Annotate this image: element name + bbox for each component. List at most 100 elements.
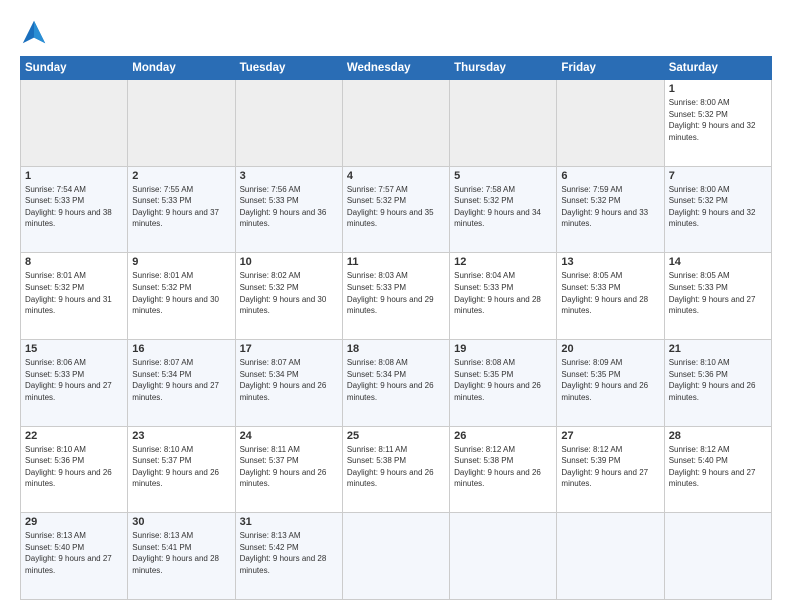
cell-content: Sunrise: 7:55 AMSunset: 5:33 PMDaylight:… bbox=[132, 185, 219, 229]
day-number: 20 bbox=[561, 343, 659, 355]
calendar-cell: 30 Sunrise: 8:13 AMSunset: 5:41 PMDayligh… bbox=[128, 513, 235, 600]
day-number: 18 bbox=[347, 343, 445, 355]
day-number: 5 bbox=[454, 170, 552, 182]
cell-content: Sunrise: 7:58 AMSunset: 5:32 PMDaylight:… bbox=[454, 185, 541, 229]
calendar-cell bbox=[557, 80, 664, 167]
calendar-cell: 27Sunrise: 8:12 AMSunset: 5:39 PMDayligh… bbox=[557, 426, 664, 513]
page: SundayMondayTuesdayWednesdayThursdayFrid… bbox=[0, 0, 792, 612]
day-number: 23 bbox=[132, 430, 230, 442]
calendar-cell bbox=[557, 513, 664, 600]
cell-content: Sunrise: 8:11 AMSunset: 5:38 PMDaylight:… bbox=[347, 445, 434, 489]
day-number: 16 bbox=[132, 343, 230, 355]
day-number: 10 bbox=[240, 256, 338, 268]
logo-icon bbox=[20, 18, 48, 46]
cell-content: Sunrise: 8:10 AMSunset: 5:36 PMDaylight:… bbox=[25, 445, 112, 489]
calendar-cell: 22Sunrise: 8:10 AMSunset: 5:36 PMDayligh… bbox=[21, 426, 128, 513]
cell-content: Sunrise: 8:03 AMSunset: 5:33 PMDaylight:… bbox=[347, 271, 434, 315]
cell-content: Sunrise: 8:08 AMSunset: 5:34 PMDaylight:… bbox=[347, 358, 434, 402]
cell-content: Sunrise: 8:07 AMSunset: 5:34 PMDaylight:… bbox=[132, 358, 219, 402]
day-number: 7 bbox=[669, 170, 767, 182]
cell-content: Sunrise: 8:08 AMSunset: 5:35 PMDaylight:… bbox=[454, 358, 541, 402]
cell-content: Sunrise: 8:04 AMSunset: 5:33 PMDaylight:… bbox=[454, 271, 541, 315]
calendar-cell: 4 Sunrise: 7:57 AMSunset: 5:32 PMDaylight… bbox=[342, 166, 449, 253]
day-number: 8 bbox=[25, 256, 123, 268]
calendar-week-row: 1Sunrise: 8:00 AMSunset: 5:32 PMDaylight… bbox=[21, 80, 772, 167]
header bbox=[20, 18, 772, 46]
cell-content: Sunrise: 8:13 AMSunset: 5:40 PMDaylight:… bbox=[25, 531, 112, 575]
day-number: 13 bbox=[561, 256, 659, 268]
cell-content: Sunrise: 8:02 AMSunset: 5:32 PMDaylight:… bbox=[240, 271, 327, 315]
calendar-cell bbox=[235, 80, 342, 167]
day-number: 1 bbox=[669, 83, 767, 95]
cell-content: Sunrise: 7:56 AMSunset: 5:33 PMDaylight:… bbox=[240, 185, 327, 229]
cell-content: Sunrise: 8:07 AMSunset: 5:34 PMDaylight:… bbox=[240, 358, 327, 402]
calendar-cell: 1Sunrise: 8:00 AMSunset: 5:32 PMDaylight… bbox=[664, 80, 771, 167]
day-number: 25 bbox=[347, 430, 445, 442]
calendar-week-row: 29 Sunrise: 8:13 AMSunset: 5:40 PMDayligh… bbox=[21, 513, 772, 600]
calendar-day-header: Thursday bbox=[450, 57, 557, 80]
cell-content: Sunrise: 8:13 AMSunset: 5:42 PMDaylight:… bbox=[240, 531, 327, 575]
cell-content: Sunrise: 8:10 AMSunset: 5:36 PMDaylight:… bbox=[669, 358, 756, 402]
calendar-cell: 28 Sunrise: 8:12 AMSunset: 5:40 PMDayligh… bbox=[664, 426, 771, 513]
calendar-cell: 19 Sunrise: 8:08 AMSunset: 5:35 PMDayligh… bbox=[450, 339, 557, 426]
calendar-cell bbox=[342, 513, 449, 600]
calendar-header-row: SundayMondayTuesdayWednesdayThursdayFrid… bbox=[21, 57, 772, 80]
day-number: 21 bbox=[669, 343, 767, 355]
day-number: 29 bbox=[25, 516, 123, 528]
calendar-cell: 17Sunrise: 8:07 AMSunset: 5:34 PMDayligh… bbox=[235, 339, 342, 426]
calendar-cell: 10 Sunrise: 8:02 AMSunset: 5:32 PMDayligh… bbox=[235, 253, 342, 340]
day-number: 31 bbox=[240, 516, 338, 528]
calendar-cell: 1 Sunrise: 7:54 AMSunset: 5:33 PMDaylight… bbox=[21, 166, 128, 253]
day-number: 30 bbox=[132, 516, 230, 528]
day-number: 27 bbox=[561, 430, 659, 442]
cell-content: Sunrise: 8:12 AMSunset: 5:40 PMDaylight:… bbox=[669, 445, 756, 489]
calendar-cell: 15 Sunrise: 8:06 AMSunset: 5:33 PMDayligh… bbox=[21, 339, 128, 426]
calendar-day-header: Friday bbox=[557, 57, 664, 80]
calendar-cell: 13 Sunrise: 8:05 AMSunset: 5:33 PMDayligh… bbox=[557, 253, 664, 340]
cell-content: Sunrise: 8:12 AMSunset: 5:38 PMDaylight:… bbox=[454, 445, 541, 489]
day-number: 15 bbox=[25, 343, 123, 355]
calendar-day-header: Saturday bbox=[664, 57, 771, 80]
day-number: 3 bbox=[240, 170, 338, 182]
day-number: 11 bbox=[347, 256, 445, 268]
day-number: 24 bbox=[240, 430, 338, 442]
calendar-day-header: Monday bbox=[128, 57, 235, 80]
calendar-week-row: 1 Sunrise: 7:54 AMSunset: 5:33 PMDaylight… bbox=[21, 166, 772, 253]
day-number: 9 bbox=[132, 256, 230, 268]
calendar-cell bbox=[342, 80, 449, 167]
cell-content: Sunrise: 7:54 AMSunset: 5:33 PMDaylight:… bbox=[25, 185, 112, 229]
calendar-table: SundayMondayTuesdayWednesdayThursdayFrid… bbox=[20, 56, 772, 600]
day-number: 4 bbox=[347, 170, 445, 182]
calendar-cell: 21 Sunrise: 8:10 AMSunset: 5:36 PMDayligh… bbox=[664, 339, 771, 426]
calendar-week-row: 15 Sunrise: 8:06 AMSunset: 5:33 PMDayligh… bbox=[21, 339, 772, 426]
cell-content: Sunrise: 8:00 AMSunset: 5:32 PMDaylight:… bbox=[669, 185, 756, 229]
day-number: 12 bbox=[454, 256, 552, 268]
cell-content: Sunrise: 8:01 AMSunset: 5:32 PMDaylight:… bbox=[132, 271, 219, 315]
cell-content: Sunrise: 7:57 AMSunset: 5:32 PMDaylight:… bbox=[347, 185, 434, 229]
calendar-cell: 31 Sunrise: 8:13 AMSunset: 5:42 PMDayligh… bbox=[235, 513, 342, 600]
day-number: 19 bbox=[454, 343, 552, 355]
calendar-cell: 23Sunrise: 8:10 AMSunset: 5:37 PMDayligh… bbox=[128, 426, 235, 513]
day-number: 1 bbox=[25, 170, 123, 182]
calendar-cell: 3 Sunrise: 7:56 AMSunset: 5:33 PMDaylight… bbox=[235, 166, 342, 253]
calendar-cell: 2Sunrise: 7:55 AMSunset: 5:33 PMDaylight… bbox=[128, 166, 235, 253]
cell-content: Sunrise: 8:13 AMSunset: 5:41 PMDaylight:… bbox=[132, 531, 219, 575]
day-number: 6 bbox=[561, 170, 659, 182]
day-number: 28 bbox=[669, 430, 767, 442]
cell-content: Sunrise: 8:05 AMSunset: 5:33 PMDaylight:… bbox=[669, 271, 756, 315]
calendar-cell bbox=[21, 80, 128, 167]
calendar-cell: 26 Sunrise: 8:12 AMSunset: 5:38 PMDayligh… bbox=[450, 426, 557, 513]
cell-content: Sunrise: 8:06 AMSunset: 5:33 PMDaylight:… bbox=[25, 358, 112, 402]
cell-content: Sunrise: 8:05 AMSunset: 5:33 PMDaylight:… bbox=[561, 271, 648, 315]
calendar-cell: 9 Sunrise: 8:01 AMSunset: 5:32 PMDaylight… bbox=[128, 253, 235, 340]
calendar-cell: 24Sunrise: 8:11 AMSunset: 5:37 PMDayligh… bbox=[235, 426, 342, 513]
cell-content: Sunrise: 8:09 AMSunset: 5:35 PMDaylight:… bbox=[561, 358, 648, 402]
logo bbox=[20, 18, 52, 46]
calendar-day-header: Tuesday bbox=[235, 57, 342, 80]
day-number: 26 bbox=[454, 430, 552, 442]
calendar-cell bbox=[664, 513, 771, 600]
calendar-cell bbox=[450, 513, 557, 600]
calendar-cell: 7 Sunrise: 8:00 AMSunset: 5:32 PMDaylight… bbox=[664, 166, 771, 253]
calendar-week-row: 22Sunrise: 8:10 AMSunset: 5:36 PMDayligh… bbox=[21, 426, 772, 513]
calendar-cell: 16 Sunrise: 8:07 AMSunset: 5:34 PMDayligh… bbox=[128, 339, 235, 426]
